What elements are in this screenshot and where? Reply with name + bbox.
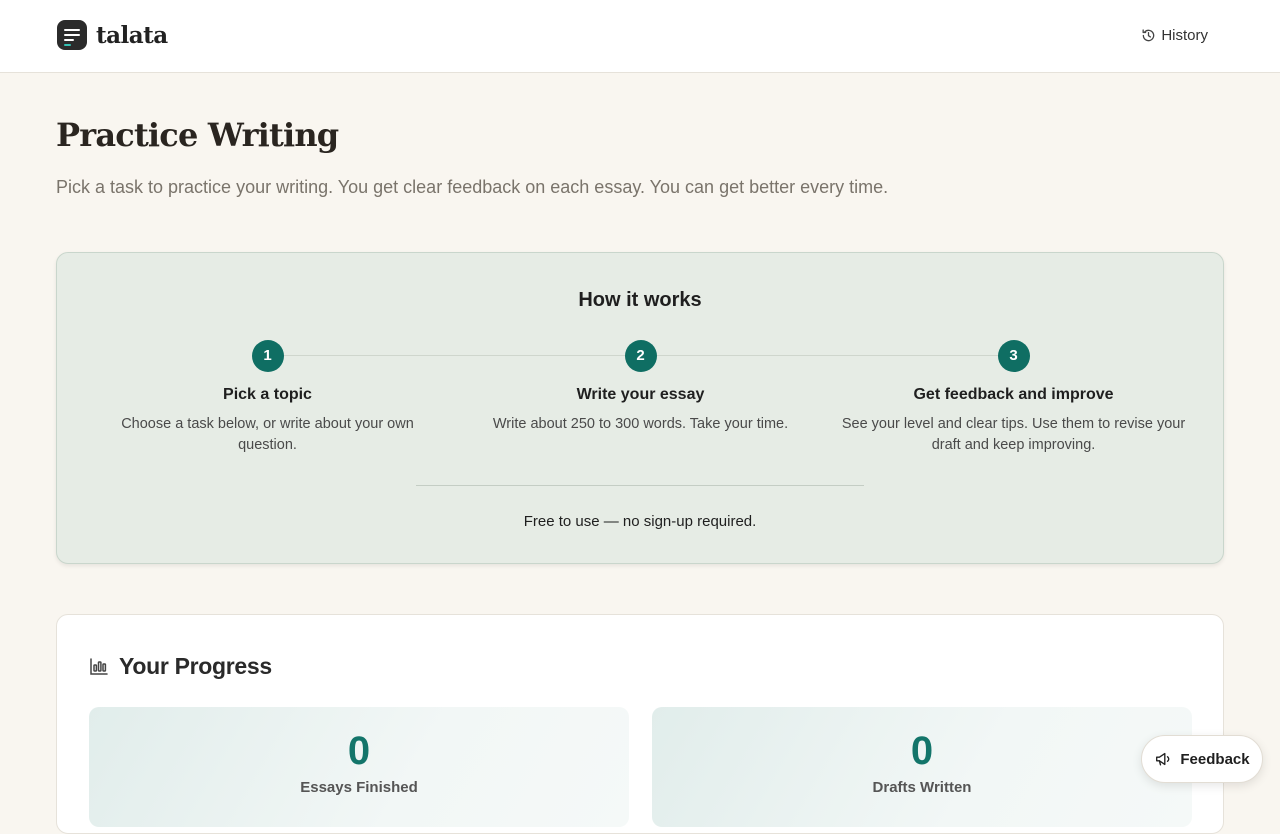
step-description: Choose a task below, or write about your… [121, 416, 414, 453]
bar-chart-icon [90, 657, 108, 675]
history-link[interactable]: History [1141, 27, 1208, 44]
stat-label: Drafts Written [872, 779, 972, 796]
step-title: Pick a topic [223, 386, 312, 403]
step-number: 3 [997, 340, 1030, 372]
step-number: 1 [251, 340, 284, 372]
step-title: Write your essay [576, 386, 705, 403]
brand-name: talata [96, 21, 168, 49]
stat-label: Essays Finished [300, 779, 418, 796]
progress-header: Your Progress [89, 653, 272, 680]
how-it-works-title: How it works [578, 289, 702, 311]
step-title: Get feedback and improve [913, 386, 1114, 403]
history-label: History [1161, 27, 1208, 44]
step-description: Write about 250 to 300 words. Take your … [492, 416, 789, 432]
brand-logo[interactable]: talata [57, 20, 168, 50]
step-description: See your level and clear tips. Use them … [841, 416, 1186, 453]
how-it-works-card: How it works 1 Pick a topic Choose a tas… [56, 252, 1224, 564]
step-3: 3 Get feedback and improve See your leve… [827, 340, 1200, 456]
step-1: 1 Pick a topic Choose a task below, or w… [81, 340, 454, 456]
megaphone-icon [1156, 752, 1170, 766]
top-bar: talata History [0, 0, 1280, 73]
divider [416, 485, 864, 486]
document-lines-icon [57, 20, 87, 50]
free-note: Free to use — no sign-up required. [523, 513, 757, 530]
feedback-button[interactable]: Feedback [1141, 735, 1263, 783]
stat-value: 0 [347, 729, 371, 773]
history-icon [1142, 29, 1155, 42]
stat-essays-finished: 0 Essays Finished [89, 707, 629, 827]
feedback-label: Feedback [1180, 750, 1250, 768]
stat-value: 0 [910, 729, 934, 773]
progress-title: Your Progress [119, 653, 272, 679]
page-subtitle: Pick a task to practice your writing. Yo… [56, 177, 889, 197]
step-number: 2 [624, 340, 657, 372]
progress-card: Your Progress 0 Essays Finished 0 Drafts… [56, 614, 1224, 834]
page-title: Practice Writing [56, 116, 339, 154]
stat-drafts-written: 0 Drafts Written [652, 707, 1192, 827]
step-2: 2 Write your essay Write about 250 to 30… [454, 340, 827, 435]
